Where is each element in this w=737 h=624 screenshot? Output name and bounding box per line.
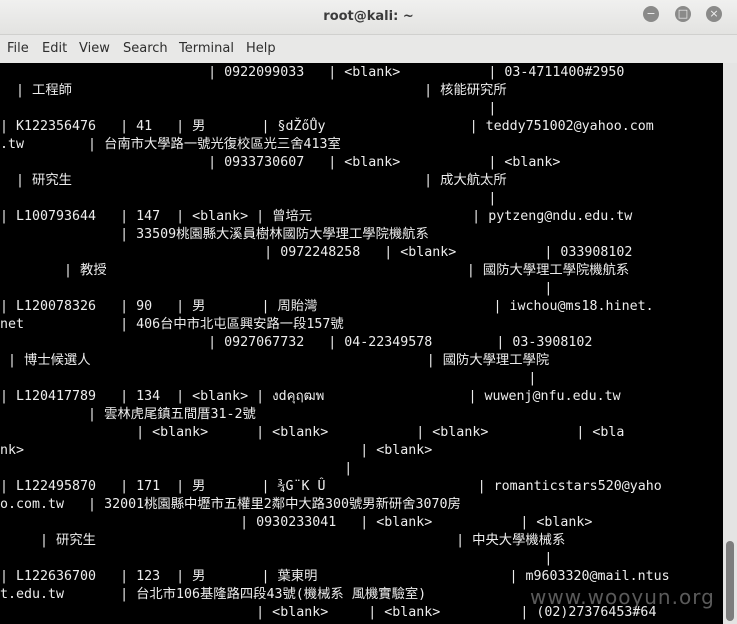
- terminal-line: | 0930233041 | <blank> | <blank>: [0, 515, 593, 530]
- title-bar[interactable]: root@kali: ~ − □ ×: [0, 0, 737, 35]
- scrollbar-thumb[interactable]: [726, 541, 734, 621]
- terminal-line: | L120417789 | 134 | <blank> | งdคุฤฒพ |…: [0, 389, 621, 404]
- terminal-line: | 博士候選人 | 國防大學理工學院: [0, 353, 550, 368]
- terminal-line: | 雲林虎尾鎮五間厝31-2號: [0, 407, 256, 422]
- menu-bar: File Edit View Search Terminal Help: [0, 35, 737, 63]
- close-button[interactable]: ×: [706, 6, 722, 22]
- terminal-output[interactable]: | 0922099033 | <blank> | 03-4711400#2950…: [0, 63, 723, 624]
- terminal-line: |: [0, 101, 497, 116]
- terminal-line: | 33509桃園縣大溪員樹林國防大學理工學院機航系: [0, 227, 429, 242]
- close-icon: ×: [709, 7, 719, 20]
- terminal-line: |: [0, 551, 553, 566]
- menu-terminal[interactable]: Terminal: [179, 41, 234, 56]
- menu-view[interactable]: View: [79, 41, 110, 56]
- terminal-line: | <blank> | <blank> | <blank> | <bla: [0, 425, 625, 440]
- terminal-line: |: [0, 461, 353, 476]
- menu-help[interactable]: Help: [246, 41, 276, 56]
- menu-search[interactable]: Search: [123, 41, 168, 56]
- terminal-line: | 研究生 | 成大航太所: [0, 173, 507, 188]
- terminal-line: | 0922099033 | <blank> | 03-4711400#2950: [0, 65, 625, 80]
- terminal-line: o.com.tw | 32001桃園縣中壢市五權里2鄰中大路300號男新研舍30…: [0, 497, 461, 512]
- terminal-line: | L100793644 | 147 | <blank> | 曾培元 | pyt…: [0, 209, 633, 224]
- terminal-line: |: [0, 191, 497, 206]
- terminal-line: | L122495870 | 171 | 男 | ¾G¨K Û | romant…: [0, 479, 662, 494]
- terminal-line: | 0972248258 | <blank> | 033908102: [0, 245, 633, 260]
- minimize-icon: −: [646, 7, 656, 20]
- terminal-line: .tw | 台南市大學路一號光復校區光三舍413室: [0, 137, 341, 152]
- terminal-line: | 研究生 | 中央大學機械系: [0, 533, 566, 548]
- terminal-line: | L122636700 | 123 | 男 | 葉東明 | m9603320@…: [0, 569, 670, 584]
- terminal-line: | 工程師 | 核能研究所: [0, 83, 507, 98]
- terminal-line: | K122356476 | 41 | 男 | §dŽőŮy | teddy75…: [0, 119, 654, 134]
- minimize-button[interactable]: −: [643, 6, 659, 22]
- terminal-line: |: [0, 371, 537, 386]
- terminal-window: root@kali: ~ − □ × File Edit View Search…: [0, 0, 737, 624]
- maximize-icon: □: [677, 7, 689, 20]
- terminal-line: t.edu.tw | 台北市106基隆路四段43號(機械系 風機實驗室): [0, 587, 427, 602]
- terminal-line: |: [0, 281, 553, 296]
- terminal-line: | 0927067732 | 04-22349578 | 03-3908102: [0, 335, 593, 350]
- maximize-button[interactable]: □: [675, 6, 691, 22]
- terminal-line: | 教授 | 國防大學理工學院機航系: [0, 263, 630, 278]
- menu-file[interactable]: File: [7, 41, 29, 56]
- terminal-line: net | 406台中市北屯區興安路一段157號: [0, 317, 344, 332]
- terminal-line: | L120078326 | 90 | 男 | 周貽灣 | iwchou@ms1…: [0, 299, 654, 314]
- terminal-line: nk> | <blank>: [0, 443, 433, 458]
- window-title: root@kali: ~: [323, 9, 414, 24]
- watermark: www.wooyun.org: [530, 585, 715, 609]
- terminal-line: | 0933730607 | <blank> | <blank>: [0, 155, 561, 170]
- scrollbar[interactable]: [723, 63, 737, 624]
- menu-edit[interactable]: Edit: [42, 41, 67, 56]
